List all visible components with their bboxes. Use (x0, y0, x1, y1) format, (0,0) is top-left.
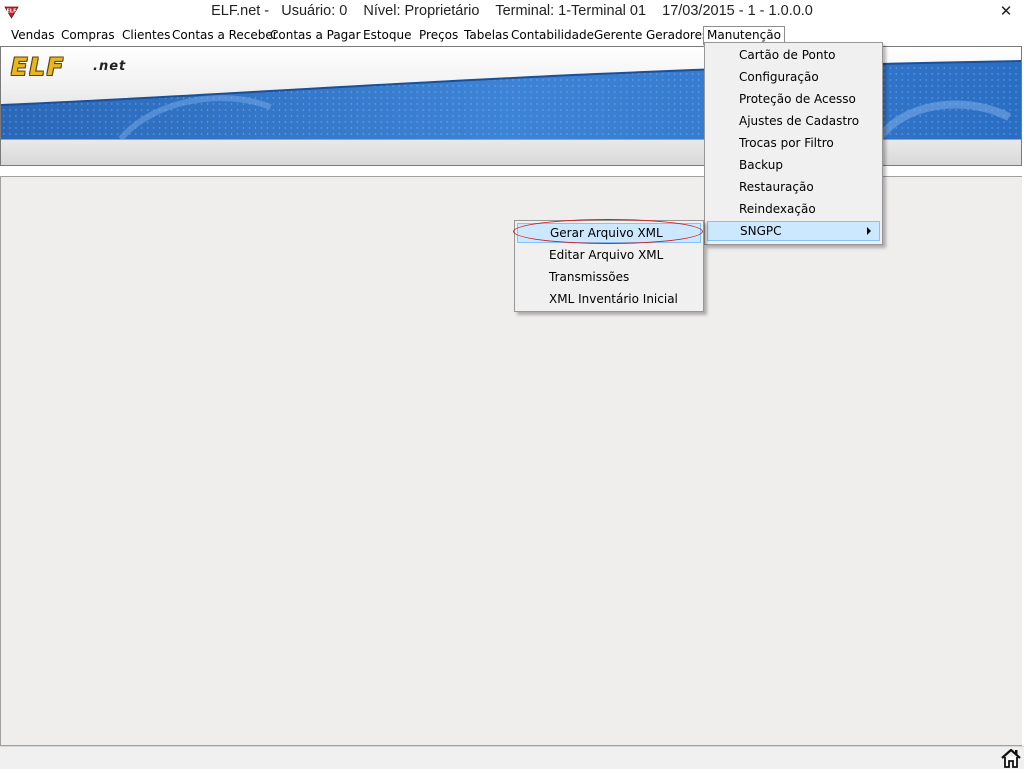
menu-item-configuracao[interactable]: Configuração (707, 67, 880, 87)
window-title: ELF.net - Usuário: 0 Nível: Proprietário… (211, 3, 813, 19)
mdi-workspace (0, 176, 1022, 746)
elf-logo: ELF (11, 53, 66, 81)
close-button[interactable]: ✕ (988, 0, 1024, 22)
menu-item-gerar-arquivo-xml[interactable]: Gerar Arquivo XML (517, 223, 701, 243)
home-icon[interactable] (1000, 748, 1022, 768)
menu-tabelas[interactable]: Tabelas (461, 26, 512, 44)
menu-vendas[interactable]: Vendas (8, 26, 58, 44)
menu-contas-a-pagar[interactable]: Contas a Pagar (267, 26, 364, 44)
sngpc-submenu: Gerar Arquivo XML Editar Arquivo XML Tra… (514, 220, 704, 312)
elf-logo-suffix: .net (93, 59, 127, 74)
menu-item-restauracao[interactable]: Restauração (707, 177, 880, 197)
menu-estoque[interactable]: Estoque (360, 26, 415, 44)
status-bar (0, 746, 1024, 769)
submenu-arrow-icon (867, 227, 871, 235)
menu-gerente[interactable]: Gerente (591, 26, 645, 44)
menu-geradores[interactable]: Geradores (643, 26, 711, 44)
menu-compras[interactable]: Compras (58, 26, 118, 44)
menu-item-trocas-por-filtro[interactable]: Trocas por Filtro (707, 133, 880, 153)
menu-item-cartao-de-ponto[interactable]: Cartão de Ponto (707, 45, 880, 65)
menu-item-protecao-de-acesso[interactable]: Proteção de Acesso (707, 89, 880, 109)
menu-precos[interactable]: Preços (416, 26, 461, 44)
menu-item-editar-arquivo-xml[interactable]: Editar Arquivo XML (517, 245, 701, 265)
menu-contas-a-receber[interactable]: Contas a Receber (169, 26, 281, 44)
menu-item-backup[interactable]: Backup (707, 155, 880, 175)
menu-item-transmissoes[interactable]: Transmissões (517, 267, 701, 287)
menu-item-ajustes-de-cadastro[interactable]: Ajustes de Cadastro (707, 111, 880, 131)
menu-item-reindexacao[interactable]: Reindexação (707, 199, 880, 219)
menu-item-sngpc-label: SNGPC (740, 224, 782, 238)
menu-clientes[interactable]: Clientes (119, 26, 173, 44)
title-bar: ELF ELF.net - Usuário: 0 Nível: Propriet… (0, 0, 1024, 24)
manutencao-dropdown: Cartão de Ponto Configuração Proteção de… (704, 42, 883, 245)
menu-item-xml-inventario-inicial[interactable]: XML Inventário Inicial (517, 289, 701, 309)
menu-contabilidade[interactable]: Contabilidade (508, 26, 597, 44)
menu-item-sngpc[interactable]: SNGPC (707, 221, 880, 241)
